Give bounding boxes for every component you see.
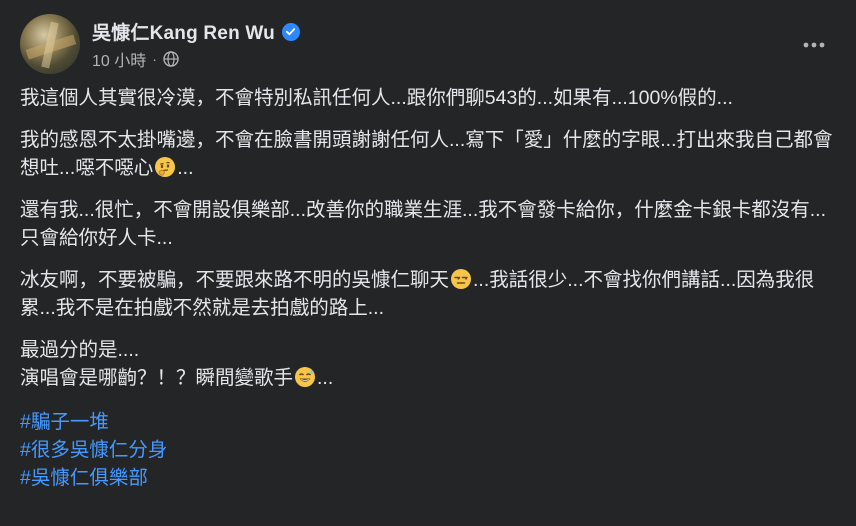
author-row: 吳慷仁Kang Ren Wu — [92, 18, 300, 45]
hashtag-link[interactable]: #吳慷仁俱樂部 — [20, 464, 834, 492]
globe-icon[interactable] — [163, 51, 179, 67]
more-options-icon — [803, 35, 825, 53]
paragraph-text: 演唱會是哪齣？！？瞬間變歌手 — [20, 367, 294, 389]
paragraph-text: 我這個人其實很冷漠，不會特別私訊任何人...跟你們聊543的...如果有...1… — [20, 87, 733, 109]
paragraph-text: 我的感恩不太掛嘴邊，不會在臉書開頭謝謝任何人...寫下「愛」什麼的字眼...打出… — [20, 129, 833, 179]
post-paragraph-2: 我的感恩不太掛嘴邊，不會在臉書開頭謝謝任何人...寫下「愛」什麼的字眼...打出… — [20, 126, 834, 182]
meta-separator: · — [152, 51, 157, 67]
post-body: 我這個人其實很冷漠，不會特別私訊任何人...跟你們聊543的...如果有...1… — [20, 84, 834, 492]
more-options-button[interactable] — [796, 26, 832, 62]
post-paragraph-5: 最過分的是.... 演唱會是哪齣？！？瞬間變歌手... — [20, 336, 834, 392]
paragraph-text: 最過分的是.... — [20, 339, 140, 361]
facebook-post: 吳慷仁Kang Ren Wu 10 小時 · 我這個人其實很冷漠，不會特別私訊任… — [0, 0, 856, 526]
avatar[interactable] — [20, 14, 80, 74]
hashtag-link[interactable]: #騙子一堆 — [20, 408, 834, 436]
post-header: 吳慷仁Kang Ren Wu 10 小時 · — [20, 14, 836, 76]
post-paragraph-3: 還有我...很忙，不會開設俱樂部...改善你的職業生涯...我不會發卡給你，什麼… — [20, 196, 834, 252]
paragraph-text: 還有我...很忙，不會開設俱樂部...改善你的職業生涯...我不會發卡給你，什麼… — [20, 199, 827, 249]
post-paragraph-4: 冰友啊，不要被騙，不要跟來路不明的吳慷仁聊天 ...我話很少...不會找你們講話.… — [20, 266, 834, 322]
post-paragraph-1: 我這個人其實很冷漠，不會特別私訊任何人...跟你們聊543的...如果有...1… — [20, 84, 834, 112]
post-timestamp[interactable]: 10 小時 — [92, 47, 146, 71]
paragraph-text: 冰友啊，不要被騙，不要跟來路不明的吳慷仁聊天 — [20, 269, 450, 291]
author-name[interactable]: 吳慷仁Kang Ren Wu — [92, 18, 275, 45]
hashtag-link[interactable]: #很多吳慷仁分身 — [20, 436, 834, 464]
paragraph-text: ... — [317, 367, 334, 389]
grinning-sweat-face-icon — [295, 367, 316, 387]
verified-badge-icon — [281, 22, 300, 41]
post-meta: 10 小時 · — [92, 47, 179, 71]
unamused-face-icon — [451, 269, 472, 289]
thinking-face-icon — [155, 157, 176, 177]
hashtag-list: #騙子一堆 #很多吳慷仁分身 #吳慷仁俱樂部 — [20, 408, 834, 492]
paragraph-text: ... — [177, 157, 194, 179]
